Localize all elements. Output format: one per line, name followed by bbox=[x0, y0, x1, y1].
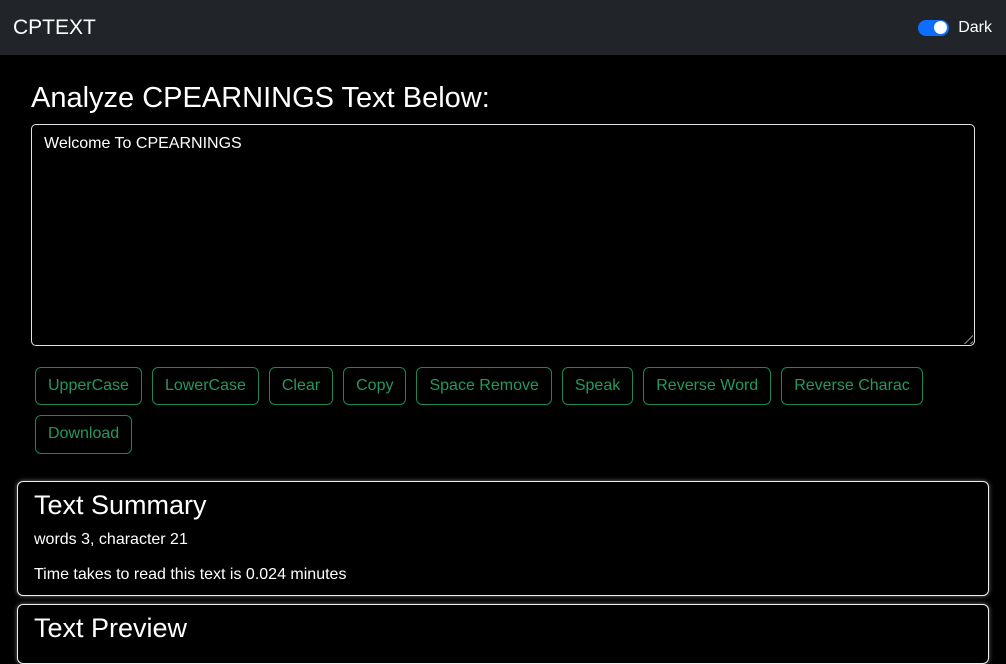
brand-link[interactable]: CPTEXT bbox=[13, 17, 96, 38]
read-time: Time takes to read this text is 0.024 mi… bbox=[34, 565, 347, 583]
toggle-knob-icon bbox=[934, 21, 948, 34]
textarea-wrapper: Welcome To CPEARNINGS bbox=[31, 124, 975, 346]
main-content: Analyze CPEARNINGS Text Below: Welcome T… bbox=[0, 82, 1006, 454]
copy-button[interactable]: Copy bbox=[343, 367, 407, 406]
text-summary-title: Text Summary bbox=[34, 489, 207, 520]
lowercase-button[interactable]: LowerCase bbox=[151, 367, 259, 406]
theme-toggle-label: Dark bbox=[958, 18, 992, 36]
cards-section: Text Summary words 3, character 21 Time … bbox=[17, 480, 989, 664]
text-preview-card: Text Preview bbox=[17, 603, 989, 664]
navbar: CPTEXT Dark bbox=[0, 0, 1006, 55]
speak-button[interactable]: Speak bbox=[561, 367, 634, 406]
dark-mode-toggle[interactable] bbox=[918, 19, 950, 36]
text-preview-title: Text Preview bbox=[34, 612, 188, 643]
reverse-charac-button[interactable]: Reverse Charac bbox=[781, 367, 923, 406]
text-summary-card: Text Summary words 3, character 21 Time … bbox=[17, 480, 989, 596]
uppercase-button[interactable]: UpperCase bbox=[35, 367, 142, 406]
action-button-row: UpperCase LowerCase Clear Copy Space Rem… bbox=[35, 367, 975, 406]
theme-toggle-area: Dark bbox=[918, 19, 993, 37]
page-title: Analyze CPEARNINGS Text Below: bbox=[31, 82, 490, 114]
reverse-word-button[interactable]: Reverse Word bbox=[643, 367, 772, 406]
clear-button[interactable]: Clear bbox=[268, 367, 334, 406]
word-char-count: words 3, character 21 bbox=[34, 530, 188, 548]
text-input[interactable]: Welcome To CPEARNINGS bbox=[31, 124, 975, 346]
space-remove-button[interactable]: Space Remove bbox=[416, 367, 552, 406]
download-button[interactable]: Download bbox=[35, 415, 133, 454]
download-button-row: Download bbox=[35, 415, 975, 454]
